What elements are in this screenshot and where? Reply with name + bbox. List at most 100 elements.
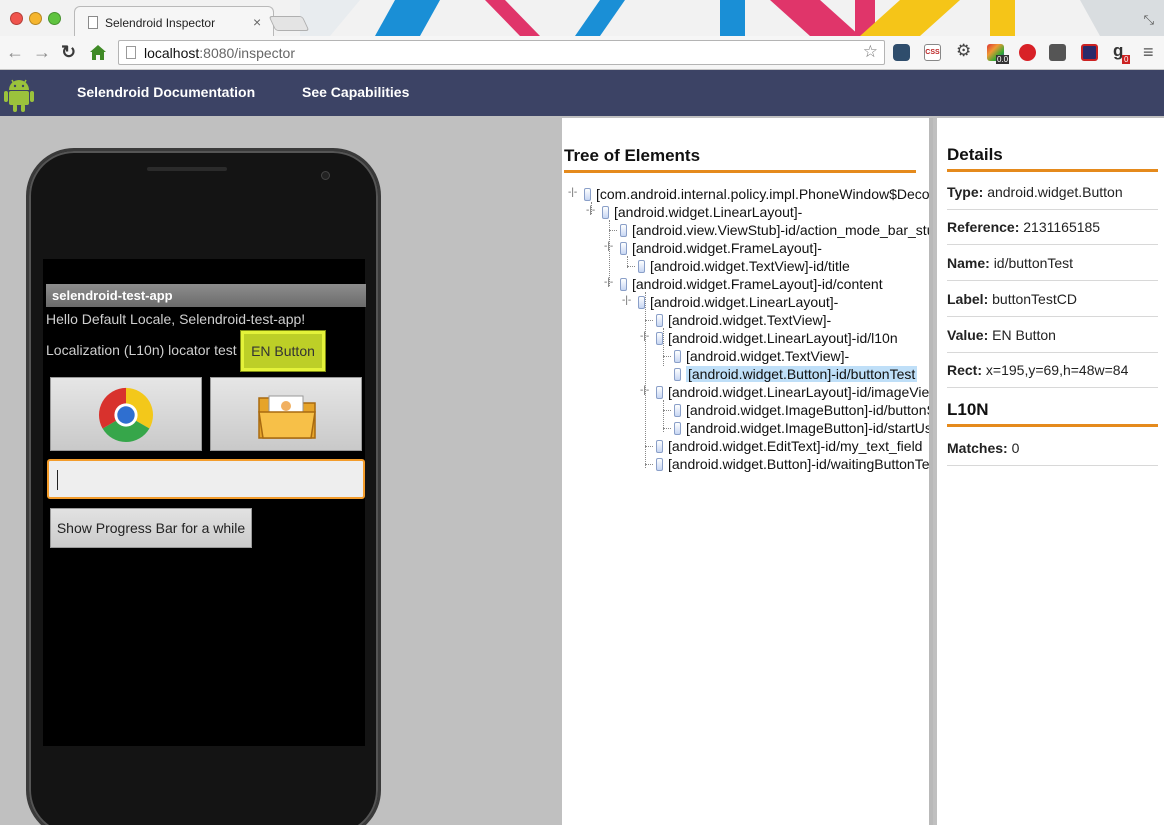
tree-node[interactable]: [android.widget.FrameLayout]-: [620, 239, 822, 257]
android-logo-icon[interactable]: [4, 76, 34, 112]
device-screen[interactable]: selendroid-test-app Hello Default Locale…: [43, 259, 366, 746]
tree-node-icon: [620, 224, 627, 237]
detail-label: Type:: [947, 184, 984, 200]
tree-node-icon: [656, 386, 663, 399]
tree-node-label: [com.android.internal.policy.impl.PhoneW…: [596, 186, 930, 202]
tree-node-icon: [584, 188, 591, 201]
tree-node[interactable]: [android.widget.Button]-id/waitingButton…: [656, 455, 933, 473]
details-panel: Details Type: android.widget.Button Refe…: [937, 118, 1164, 825]
collapse-toggle-icon[interactable]: -|-: [604, 278, 613, 288]
tree-connector: [645, 464, 653, 465]
collapse-toggle-icon[interactable]: -|-: [640, 386, 649, 396]
tree-node-label: [android.widget.Button]-id/buttonTest: [686, 366, 918, 382]
l10n-heading: L10N: [947, 400, 1158, 427]
tree-node[interactable]: [android.widget.ImageButton]-id/buttonSt…: [674, 401, 929, 419]
home-icon[interactable]: [89, 44, 107, 61]
start-webview-image-button[interactable]: [50, 377, 202, 451]
details-heading: Details: [947, 145, 1158, 172]
tree-node[interactable]: [android.widget.TextView]-: [656, 311, 831, 329]
tree-node[interactable]: [android.widget.LinearLayout]-id/imageVi…: [656, 383, 930, 401]
screen-capture-icon[interactable]: [1049, 44, 1066, 61]
tree-node[interactable]: [com.android.internal.policy.impl.PhoneW…: [584, 185, 930, 203]
tree-node[interactable]: [android.widget.TextView]-: [674, 347, 849, 365]
detail-label: Reference:: [947, 219, 1020, 235]
tree-node-icon: [620, 278, 627, 291]
tab-close-icon[interactable]: ×: [253, 14, 261, 30]
detail-value: buttonTestCD: [992, 291, 1077, 307]
tree-node-label: [android.widget.Button]-id/waitingButton…: [668, 456, 933, 472]
css-viewer-icon[interactable]: CSS: [924, 44, 941, 61]
my-text-field[interactable]: [47, 459, 365, 499]
tree-node[interactable]: [android.view.ViewStub]-id/action_mode_b…: [620, 221, 933, 239]
detail-label: Rect:: [947, 362, 983, 378]
address-bar[interactable]: localhost:8080/inspector ☆: [118, 40, 885, 65]
window-minimize-icon[interactable]: [29, 12, 42, 25]
tree-node[interactable]: [android.widget.TextView]-id/title: [638, 257, 850, 275]
detail-label: Value:: [947, 327, 989, 343]
browser-menu-icon[interactable]: ≡: [1143, 42, 1154, 63]
nav-documentation-link[interactable]: Selendroid Documentation: [77, 84, 255, 100]
detail-name: Name: id/buttonTest: [947, 245, 1158, 281]
tree-node-selected[interactable]: [android.widget.Button]-id/buttonTest: [674, 365, 918, 383]
tree-node-label: [android.view.ViewStub]-id/action_mode_b…: [632, 222, 933, 238]
new-tab-button[interactable]: [268, 16, 310, 31]
window-resizer-icon[interactable]: [1081, 44, 1098, 61]
reload-icon[interactable]: ↻: [61, 41, 76, 63]
tree-connector: [645, 320, 653, 321]
tree-node-label: [android.widget.LinearLayout]-: [650, 294, 839, 310]
window-zoom-icon[interactable]: [48, 12, 61, 25]
hello-text[interactable]: Hello Default Locale, Selendroid-test-ap…: [46, 311, 305, 327]
detail-value: EN Button: [992, 327, 1056, 343]
tree-node-icon: [674, 404, 681, 417]
tree-node[interactable]: [android.widget.LinearLayout]-: [602, 203, 802, 221]
bookmark-star-icon[interactable]: ☆: [863, 42, 878, 62]
tree-node-icon: [656, 314, 663, 327]
en-button[interactable]: EN Button: [241, 331, 325, 371]
collapse-toggle-icon[interactable]: -|-: [604, 242, 613, 252]
tab-title: Selendroid Inspector: [105, 16, 216, 30]
app-title-bar[interactable]: selendroid-test-app: [46, 284, 366, 307]
fullscreen-icon[interactable]: ⤡: [1144, 12, 1154, 28]
l10n-label[interactable]: Localization (L10n) locator test: [46, 342, 237, 358]
tree-node-label: [android.widget.ImageButton]-id/startUse…: [686, 420, 932, 436]
detail-value: id/buttonTest: [993, 255, 1074, 271]
collapse-toggle-icon[interactable]: -|-: [568, 188, 577, 198]
forward-arrow-icon[interactable]: →: [33, 41, 51, 63]
show-progress-bar-button[interactable]: Show Progress Bar for a while: [50, 508, 252, 548]
collapse-toggle-icon[interactable]: -|-: [586, 206, 595, 216]
tree-node-icon: [602, 206, 609, 219]
detail-type: Type: android.widget.Button: [947, 174, 1158, 210]
inspector-navbar: Selendroid Documentation See Capabilitie…: [0, 70, 1164, 116]
browser-tab-strip: Selendroid Inspector × ⤡: [0, 0, 1164, 36]
google-badge: 0: [1122, 55, 1131, 64]
tree-connector: [609, 230, 617, 231]
tree-node[interactable]: [android.widget.EditText]-id/my_text_fie…: [656, 437, 922, 455]
tree-node-label: [android.widget.LinearLayout]-id/l10n: [668, 330, 898, 346]
tree-node-icon: [674, 350, 681, 363]
detail-label: Matches:: [947, 440, 1008, 456]
tree-heading: Tree of Elements: [564, 146, 916, 173]
settings-gear-icon[interactable]: ⚙: [956, 41, 971, 61]
tree-node[interactable]: [android.widget.ImageButton]-id/startUse…: [674, 419, 932, 437]
url-text[interactable]: localhost:8080/inspector: [144, 45, 295, 61]
tree-node-label: [android.widget.ImageButton]-id/buttonSt…: [686, 402, 929, 418]
tree-node-label: [android.widget.EditText]-id/my_text_fie…: [668, 438, 923, 454]
tree-node-icon: [674, 368, 681, 381]
tree-node[interactable]: [android.widget.FrameLayout]-id/content: [620, 275, 883, 293]
adblock-icon[interactable]: [1019, 44, 1036, 61]
detail-reference: Reference: 2131165185: [947, 209, 1158, 245]
tree-node[interactable]: [android.widget.LinearLayout]-id/l10n: [656, 329, 898, 347]
collapse-toggle-icon[interactable]: -|-: [622, 296, 631, 306]
nav-capabilities-link[interactable]: See Capabilities: [302, 84, 409, 100]
browser-tab[interactable]: Selendroid Inspector ×: [74, 6, 274, 36]
phone-speaker: [147, 167, 227, 171]
tree-node-label: [android.widget.LinearLayout]-id/imageVi…: [668, 384, 930, 400]
detail-label-row: Label: buttonTestCD: [947, 281, 1158, 317]
tree-node-icon: [656, 332, 663, 345]
camera-icon[interactable]: [893, 44, 910, 61]
start-user-registration-image-button[interactable]: [210, 377, 362, 451]
tree-node[interactable]: [android.widget.LinearLayout]-: [638, 293, 838, 311]
collapse-toggle-icon[interactable]: -|-: [640, 332, 649, 342]
window-close-icon[interactable]: [10, 12, 23, 25]
back-arrow-icon[interactable]: ←: [6, 41, 24, 63]
